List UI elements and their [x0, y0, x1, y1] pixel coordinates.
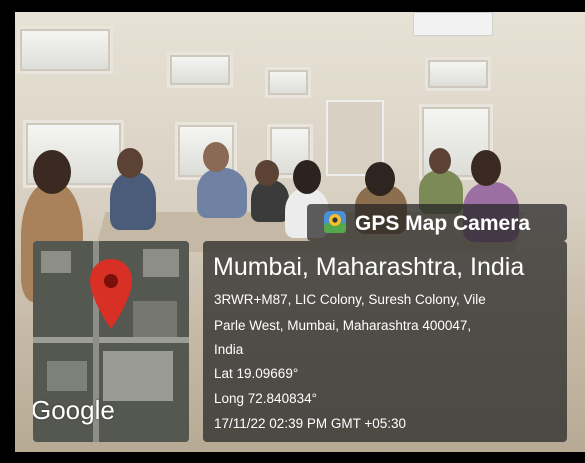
image-frame: GPS Map Camera Google Mumbai, Maharashtr…: [0, 0, 585, 463]
person-head: [33, 150, 71, 194]
app-name: GPS Map Camera: [355, 212, 531, 235]
latitude: Lat 19.09669°: [214, 366, 299, 381]
person-head: [471, 150, 501, 186]
window: [167, 52, 233, 88]
app-brand-badge: GPS Map Camera: [307, 204, 567, 241]
air-conditioner: [413, 12, 493, 36]
window: [425, 57, 491, 91]
timestamp: 17/11/22 02:39 PM GMT +05:30: [214, 416, 406, 431]
gps-map-camera-icon: [324, 211, 346, 233]
longitude: Long 72.840834°: [214, 391, 317, 406]
location-info-panel: Mumbai, Maharashtra, India 3RWR+M87, LIC…: [203, 241, 567, 442]
location-title: Mumbai, Maharashtra, India: [213, 253, 525, 281]
address-line-3: India: [214, 342, 244, 357]
address-line-1: 3RWR+M87, LIC Colony, Suresh Colony, Vil…: [214, 292, 486, 307]
person-head: [293, 160, 321, 194]
gps-overlay: GPS Map Camera Google Mumbai, Maharashtr…: [33, 201, 567, 442]
window: [265, 67, 311, 98]
window: [17, 26, 113, 74]
map-pin-icon: [90, 259, 132, 329]
google-attribution: Google: [33, 395, 115, 425]
person-head: [365, 162, 395, 196]
person-head: [117, 148, 143, 178]
person-head: [429, 148, 451, 174]
satellite-map-thumbnail: Google: [33, 241, 189, 442]
person-head: [255, 160, 279, 186]
address-line-2: Parle West, Mumbai, Maharashtra 400047,: [214, 318, 472, 333]
person-head: [203, 142, 229, 172]
